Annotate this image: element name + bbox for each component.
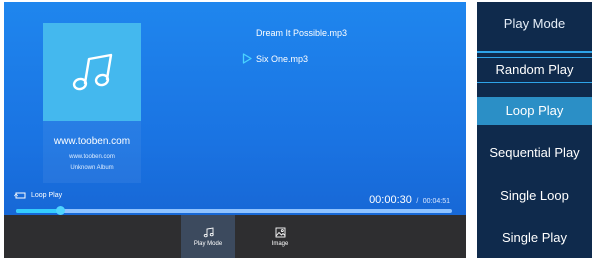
menu-item-sequential-play[interactable]: Sequential Play [477,139,592,167]
time-current: 00:00:30 [369,194,412,206]
music-note-icon [72,53,113,91]
play-mode-button[interactable]: Play Mode [181,215,235,258]
now-playing-icon [242,53,252,64]
image-icon [275,227,285,237]
progress-fill [16,209,60,213]
music-note-icon [203,226,214,237]
menu-item-single-play[interactable]: Single Play [477,224,592,252]
menu-divider [477,51,592,53]
time-separator: / [416,198,419,205]
progress-bar[interactable] [16,206,452,215]
album-site-small: www.tooben.com [69,154,115,160]
play-mode-menu: Play Mode Random Play Loop Play Sequenti… [477,2,592,258]
progress-handle[interactable] [55,206,65,215]
playlist-item[interactable]: Dream It Possible.mp3 [256,28,347,38]
play-mode-label: Play Mode [193,240,223,247]
menu-item-loop-play[interactable]: Loop Play [477,97,592,125]
time-total: 00:04:51 [422,198,450,205]
loop-indicator: Loop Play [14,191,62,200]
menu-title: Play Mode [503,16,566,31]
album-name: Unknown Album [70,165,114,171]
playlist-item-current[interactable]: Six One.mp3 [256,54,308,64]
repeat-icon [14,192,26,199]
loop-label: Loop Play [31,192,63,199]
image-label: Image [271,240,289,247]
album-caption-panel [43,121,141,183]
album-cover [43,23,141,121]
time-display: 00:00:30 / 00:04:51 [369,190,450,208]
image-button[interactable]: Image [253,215,307,258]
bottom-toolbar: Play Mode Image [4,215,466,258]
music-player: www.tooben.com www.tooben.com Unknown Al… [4,2,466,258]
album-site: www.tooben.com [53,136,131,147]
menu-item-random-play[interactable]: Random Play [477,57,592,83]
menu-item-single-loop[interactable]: Single Loop [477,182,592,210]
